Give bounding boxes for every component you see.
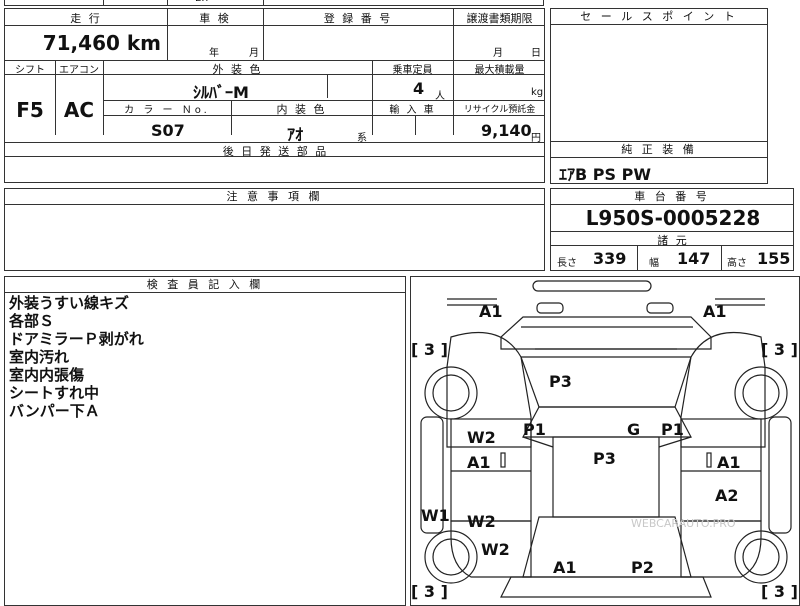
equipment-value: ｴｱB PS PW xyxy=(559,165,651,184)
inspector-label: 検 査 員 記 入 欄 xyxy=(146,278,264,291)
damage-mark: [ 3 ] xyxy=(411,582,448,601)
specs-label: 諸 元 xyxy=(657,234,689,247)
transfer-day-unit: 日 xyxy=(531,48,541,59)
recycle-value: 9,140 xyxy=(481,121,532,140)
exterior-color-label: 外 装 色 xyxy=(212,63,263,76)
diagram-watermark: WEBCARAUTO.PRO xyxy=(631,517,736,530)
length-value: 339 xyxy=(593,249,627,268)
equipment-box: 純 正 装 備 ｴｱB PS PW xyxy=(550,141,768,184)
mileage-value: 71,460 km xyxy=(42,31,161,55)
damage-mark: P1 xyxy=(523,420,546,439)
aircon-label: エアコン xyxy=(59,65,99,76)
vehicle-info-grid: 走 行 車 検 登 録 番 号 譲渡書類期限 71,460 km 年 月 月 日… xyxy=(4,8,545,183)
inspector-remark: バンパー下Ａ xyxy=(9,402,100,420)
damage-mark: P2 xyxy=(631,558,654,577)
inspector-remark: 室内汚れ xyxy=(9,348,70,366)
width-label: 幅 xyxy=(649,258,659,269)
damage-mark: P3 xyxy=(593,449,616,468)
shift-value: F5 xyxy=(16,98,44,122)
import-label: 輸 入 車 xyxy=(389,105,436,116)
inspector-remark: ドアミラーＰ剥がれ xyxy=(9,330,144,348)
color-no-value: S07 xyxy=(151,121,185,140)
chassis-value: L950S-0005228 xyxy=(585,206,761,230)
damage-mark: P1 xyxy=(661,420,684,439)
recycle-label: リサイクル預託金 xyxy=(463,105,536,115)
car-diagram-box: A1 A1 [ 3 ] [ 3 ] P3 W2 P1 G P1 A1 P3 A1 A2 W1 W2 W2 A1 P… xyxy=(410,276,800,606)
damage-mark: [ 3 ] xyxy=(411,340,448,359)
transfer-month-unit: 月 xyxy=(493,48,503,59)
notes-label: 注 意 事 項 欄 xyxy=(226,190,323,203)
height-value: 155 xyxy=(757,249,791,268)
height-label: 高さ xyxy=(727,258,747,269)
inspector-remarks: 外装うすい線キズ 各部Ｓ ドアミラーＰ剥がれ 室内汚れ 室内内張傷 シートすれ中 バンパー下… xyxy=(9,294,144,420)
transfer-deadline-label: 譲渡書類期限 xyxy=(466,12,533,25)
equipment-label: 純 正 装 備 xyxy=(621,143,697,156)
width-value: 147 xyxy=(677,249,711,268)
damage-mark: W1 xyxy=(421,506,450,525)
damage-mark: [ 3 ] xyxy=(761,340,798,359)
damage-mark: G xyxy=(627,420,640,439)
inspector-remark: 各部Ｓ xyxy=(9,312,55,330)
inspector-box: 検 査 員 記 入 欄 外装うすい線キズ 各部Ｓ ドアミラーＰ剥がれ 室内汚れ 室内内張… xyxy=(4,276,406,606)
car-diagram: A1 A1 [ 3 ] [ 3 ] P3 W2 P1 G P1 A1 P3 A1 A2 W1 W2 W2 A1 P… xyxy=(411,280,798,601)
capacity-value: 4 xyxy=(413,79,425,98)
capacity-label: 乗車定員 xyxy=(392,65,433,76)
damage-mark: A1 xyxy=(553,558,577,577)
damage-mark: A2 xyxy=(715,486,739,505)
color-no-label: カ ラ ー Ｎo. xyxy=(124,105,210,116)
inspection-label: 車 検 xyxy=(199,12,231,25)
max-load-unit: kg xyxy=(531,87,544,98)
inspector-remark: 外装うすい線キズ xyxy=(9,294,130,312)
damage-mark: W2 xyxy=(467,428,496,447)
registration-label: 登 録 番 号 xyxy=(323,12,393,25)
sales-point-box: セ ー ル ス ポ イ ン ト xyxy=(550,8,768,143)
sales-point-label: セ ー ル ス ポ イ ン ト xyxy=(580,10,738,23)
aircon-value: AC xyxy=(63,98,95,122)
inspector-remark: 室内内張傷 xyxy=(9,366,85,384)
length-label: 長さ xyxy=(557,258,577,269)
damage-mark: W2 xyxy=(467,512,496,531)
chassis-box: 車 台 番 号 L950S-0005228 諸 元 長さ 339 幅 147 高… xyxy=(550,188,794,271)
later-parts-label: 後 日 発 送 部 品 xyxy=(222,145,329,158)
inspector-remark: シートすれ中 xyxy=(9,384,100,402)
damage-mark: A1 xyxy=(479,302,503,321)
top-cut-text: ЁЯ xyxy=(195,0,208,4)
shift-label: シフト xyxy=(15,65,45,76)
top-cut-strip: ЁЯ xyxy=(4,0,544,6)
damage-mark: A1 xyxy=(703,302,727,321)
damage-mark: A1 xyxy=(467,453,491,472)
damage-mark: P3 xyxy=(549,372,572,391)
chassis-label: 車 台 番 号 xyxy=(634,190,710,203)
mileage-label: 走 行 xyxy=(70,12,102,25)
damage-mark: [ 3 ] xyxy=(761,582,798,601)
max-load-label: 最大積載量 xyxy=(474,65,525,76)
damage-mark: W2 xyxy=(481,540,510,559)
inspection-year-unit: 年 xyxy=(209,48,219,59)
damage-mark: A1 xyxy=(717,453,741,472)
notes-box: 注 意 事 項 欄 xyxy=(4,188,545,271)
inspection-month-unit: 月 xyxy=(249,48,259,59)
interior-color-label: 内 装 色 xyxy=(276,103,327,116)
